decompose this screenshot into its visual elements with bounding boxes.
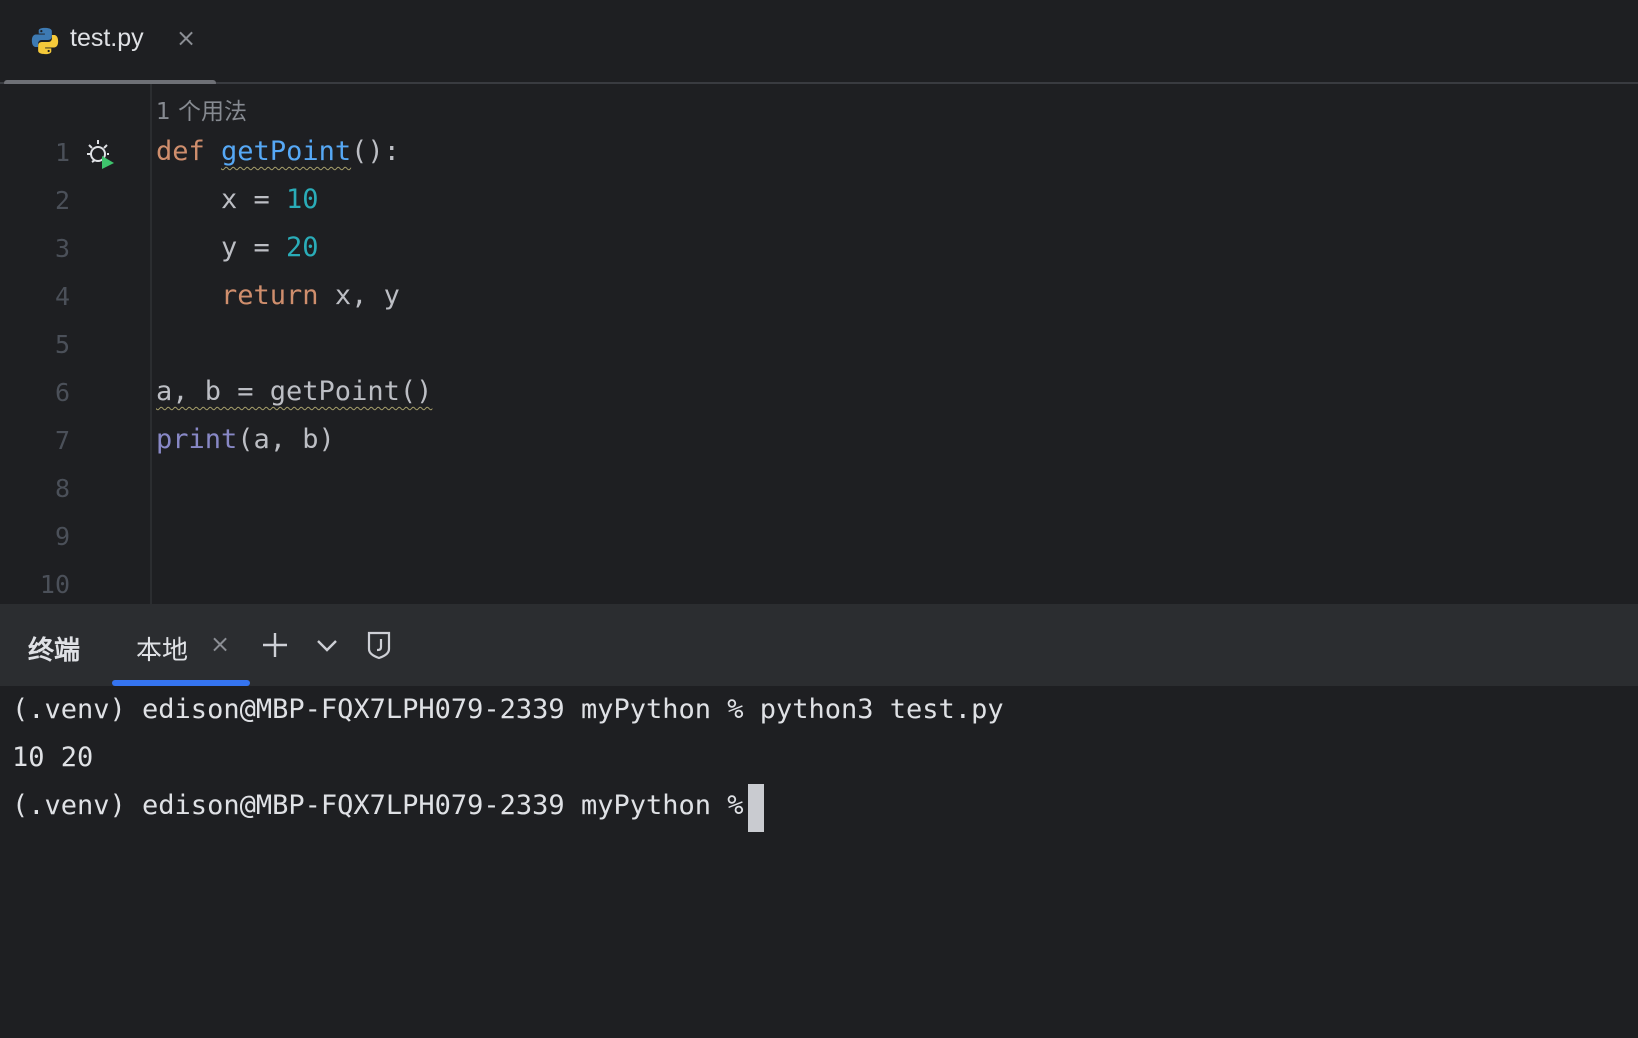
tab-test-py[interactable]: test.py ×: [4, 0, 216, 86]
shield-j-icon[interactable]: [362, 628, 396, 662]
line-number: 7: [54, 426, 70, 455]
code-line-9: 9: [0, 514, 1638, 562]
line-number: 1: [54, 138, 70, 167]
ide-window: test.py × 1 个用法 1 def getPoint(): 2 x = …: [0, 0, 1638, 1038]
terminal-title: 终端: [28, 636, 81, 666]
code-line-6: 6 a, b = getPoint(): [0, 370, 1638, 418]
terminal-tab-label: 本地: [136, 636, 189, 666]
code-text: x = 10: [156, 184, 319, 215]
terminal-line: (.venv) edison@MBP-FQX7LPH079-2339 myPyt…: [12, 694, 1004, 725]
close-tab-icon[interactable]: ×: [176, 24, 196, 52]
terminal-toolbar: 终端 本地 ×: [0, 604, 1638, 686]
code-text: def getPoint():: [156, 136, 400, 167]
chevron-down-icon[interactable]: [310, 628, 344, 662]
code-line-1: 1 def getPoint():: [0, 130, 1638, 178]
line-number: 2: [54, 186, 70, 215]
line-number: 5: [54, 330, 70, 359]
code-text: return x, y: [156, 280, 400, 311]
code-line-8: 8: [0, 466, 1638, 514]
terminal-line: (.venv) edison@MBP-FQX7LPH079-2339 myPyt…: [12, 790, 760, 821]
code-line-5: 5: [0, 322, 1638, 370]
code-line-3: 3 y = 20: [0, 226, 1638, 274]
code-line-2: 2 x = 10: [0, 178, 1638, 226]
run-gutter-icon[interactable]: [84, 136, 116, 170]
code-line-7: 7 print(a, b): [0, 418, 1638, 466]
usage-inlay-hint[interactable]: 1 个用法: [156, 92, 247, 126]
code-text: print(a, b): [156, 424, 335, 455]
code-editor[interactable]: 1 个用法 1 def getPoint(): 2 x = 10 3 y = 2…: [0, 84, 1638, 604]
line-number: 9: [54, 522, 70, 551]
terminal-cursor: [748, 784, 764, 832]
line-number: 3: [54, 234, 70, 263]
terminal-output[interactable]: (.venv) edison@MBP-FQX7LPH079-2339 myPyt…: [0, 686, 1638, 1038]
line-number: 8: [54, 474, 70, 503]
code-text: a, b = getPoint(): [156, 376, 433, 407]
line-number: 10: [39, 570, 70, 599]
editor-tab-bar: test.py ×: [0, 0, 1638, 86]
code-line-4: 4 return x, y: [0, 274, 1638, 322]
terminal-line: 10 20: [12, 742, 94, 773]
code-text: y = 20: [156, 232, 319, 263]
code-line-10: 10: [0, 562, 1638, 604]
line-number: 6: [54, 378, 70, 407]
tab-terminal-local[interactable]: 本地 ×: [112, 604, 250, 686]
line-number: 4: [54, 282, 70, 311]
tab-filename: test.py: [70, 24, 144, 52]
add-terminal-icon[interactable]: [258, 628, 292, 662]
python-icon: [31, 27, 59, 55]
close-terminal-tab-icon[interactable]: ×: [210, 630, 230, 658]
